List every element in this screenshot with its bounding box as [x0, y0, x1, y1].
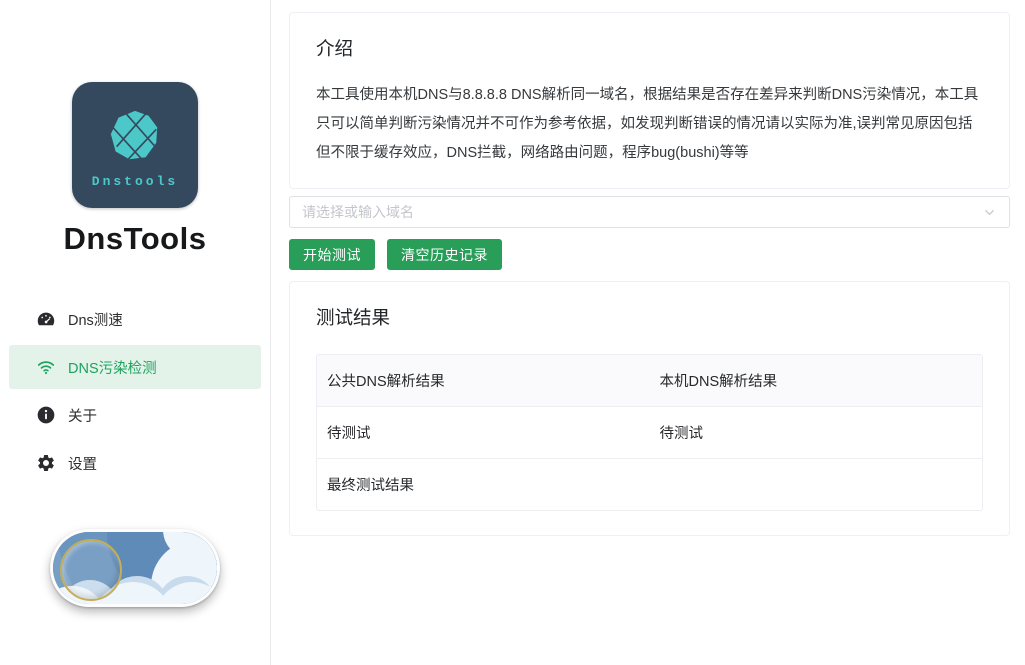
chevron-down-icon: [982, 205, 997, 220]
table-row: 最终测试结果: [317, 458, 982, 510]
sidebar-menu: Dns测速 DNS污染检测 关于: [0, 297, 270, 489]
speedometer-icon: [36, 309, 56, 329]
logo-text: Dnstools: [92, 174, 178, 189]
sidebar-item-label: Dns测速: [68, 309, 123, 330]
gear-icon: [36, 453, 56, 473]
toggle-knob[interactable]: [60, 539, 122, 601]
domain-select-placeholder: 请选择或输入域名: [302, 202, 414, 222]
gem-icon: [106, 108, 164, 166]
sidebar-item-label: 设置: [68, 453, 97, 474]
main-content: 介绍 本工具使用本机DNS与8.8.8.8 DNS解析同一域名，根据结果是否存在…: [271, 0, 1025, 665]
sidebar: Dnstools DnsTools Dns测速: [0, 0, 271, 665]
sidebar-item-settings[interactable]: 设置: [9, 441, 261, 485]
local-dns-header: 本机DNS解析结果: [650, 355, 983, 406]
public-dns-result: 待测试: [317, 406, 650, 458]
sidebar-item-dns-speedtest[interactable]: Dns测速: [9, 297, 261, 341]
intro-body-text: 本工具使用本机DNS与8.8.8.8 DNS解析同一域名，根据结果是否存在差异来…: [316, 81, 983, 168]
final-result-cell: 最终测试结果: [317, 458, 982, 510]
results-title: 测试结果: [316, 304, 983, 330]
wifi-icon: [36, 357, 56, 377]
results-table: 公共DNS解析结果 本机DNS解析结果 待测试 待测试 最终测试结果: [316, 354, 983, 511]
app-title: DnsTools: [64, 221, 207, 257]
start-test-button[interactable]: 开始测试: [289, 239, 375, 270]
intro-title: 介绍: [316, 35, 983, 61]
action-buttons: 开始测试 清空历史记录: [289, 239, 1010, 270]
app-logo: Dnstools: [72, 82, 198, 208]
public-dns-header: 公共DNS解析结果: [317, 355, 650, 406]
results-card: 测试结果 公共DNS解析结果 本机DNS解析结果 待测试 待测试 最终测试结果: [289, 281, 1010, 536]
sidebar-item-dns-pollution-check[interactable]: DNS污染检测: [9, 345, 261, 389]
domain-select[interactable]: 请选择或输入域名: [289, 196, 1010, 228]
table-row: 待测试 待测试: [317, 406, 982, 458]
info-icon: [36, 405, 56, 425]
theme-toggle[interactable]: [50, 529, 220, 607]
clear-history-button[interactable]: 清空历史记录: [387, 239, 502, 270]
intro-card: 介绍 本工具使用本机DNS与8.8.8.8 DNS解析同一域名，根据结果是否存在…: [289, 12, 1010, 189]
table-header-row: 公共DNS解析结果 本机DNS解析结果: [317, 355, 982, 406]
sidebar-item-label: DNS污染检测: [68, 357, 157, 378]
toggle-sky-background: [53, 532, 217, 604]
local-dns-result: 待测试: [650, 406, 983, 458]
sidebar-item-label: 关于: [68, 405, 97, 426]
sidebar-item-about[interactable]: 关于: [9, 393, 261, 437]
